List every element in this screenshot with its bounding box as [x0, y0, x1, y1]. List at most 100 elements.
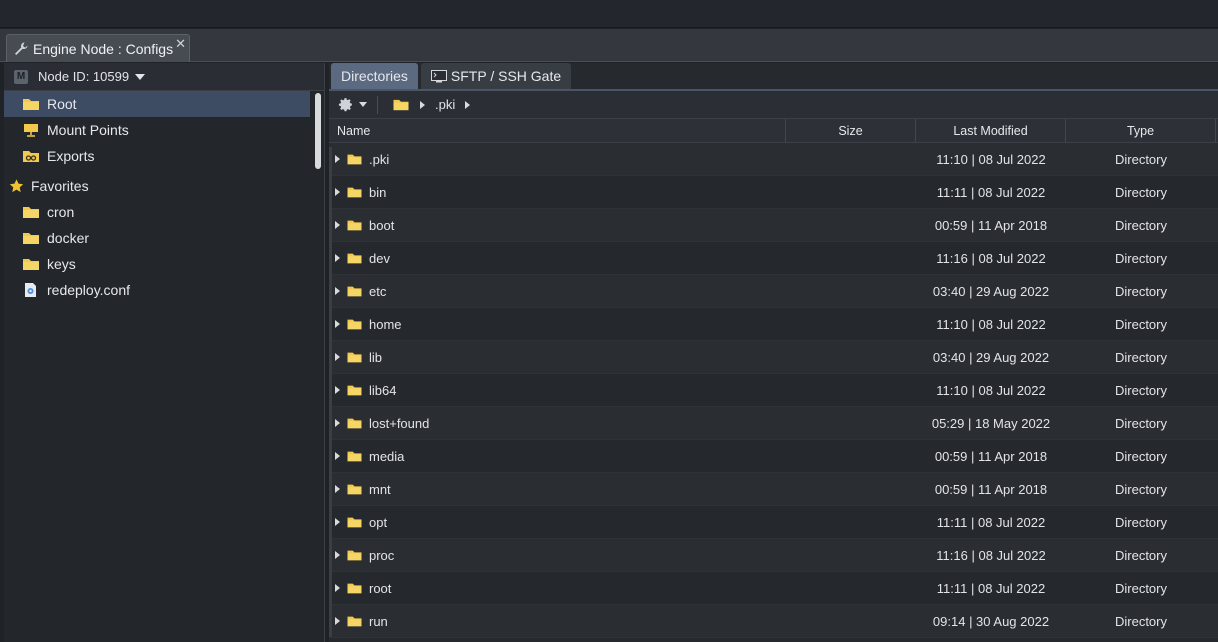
favorite-item-keys[interactable]: keys	[4, 251, 324, 277]
tree-scrollbar[interactable]	[315, 93, 321, 169]
folder-icon	[347, 418, 362, 429]
tree-item-mount-points[interactable]: Mount Points	[4, 117, 324, 143]
folder-icon	[347, 352, 362, 363]
table-row[interactable]: lib64 11:10 | 08 Jul 2022 Directory	[329, 374, 1218, 407]
table-row[interactable]: .pki 11:10 | 08 Jul 2022 Directory	[329, 143, 1218, 176]
tab-sftp-ssh-gate[interactable]: SFTP / SSH Gate	[420, 63, 572, 89]
table-row[interactable]: opt 11:11 | 08 Jul 2022 Directory	[329, 506, 1218, 539]
expand-arrow-icon[interactable]	[335, 485, 340, 493]
row-name: lost+found	[369, 415, 430, 431]
cell-name: home	[329, 317, 786, 332]
cell-type: Directory	[1114, 613, 1167, 629]
cell-type: Directory	[1114, 217, 1167, 233]
cell-last-modified: 09:14 | 30 Aug 2022	[932, 613, 1050, 629]
content-panel: Directories SFTP / SSH Gate .pki Name Si…	[329, 63, 1218, 642]
folder-icon	[347, 319, 362, 330]
folder-icon	[347, 583, 362, 594]
breadcrumb-arrow-icon[interactable]	[465, 100, 471, 109]
table-row[interactable]: dev 11:16 | 08 Jul 2022 Directory	[329, 242, 1218, 275]
list-scrollbar-track[interactable]	[329, 147, 332, 637]
folder-icon	[347, 550, 362, 561]
row-name: run	[369, 613, 388, 629]
expand-arrow-icon[interactable]	[335, 617, 340, 625]
expand-arrow-icon[interactable]	[335, 221, 340, 229]
table-row[interactable]: root 11:11 | 08 Jul 2022 Directory	[329, 572, 1218, 605]
cell-type: Directory	[1114, 547, 1167, 563]
tree-item-root[interactable]: Root	[4, 91, 310, 117]
cell-name: media	[329, 449, 786, 464]
breadcrumb-arrow-icon[interactable]	[420, 100, 425, 109]
table-row[interactable]: media 00:59 | 11 Apr 2018 Directory	[329, 440, 1218, 473]
row-name: etc	[369, 283, 387, 299]
expand-arrow-icon[interactable]	[335, 287, 340, 295]
folder-icon	[347, 286, 362, 297]
expand-arrow-icon[interactable]	[335, 551, 340, 559]
cell-last-modified: 05:29 | 18 May 2022	[931, 415, 1051, 431]
row-name: opt	[369, 514, 388, 530]
column-header-last-modified[interactable]: Last Modified	[916, 119, 1066, 142]
cell-type: Directory	[1114, 481, 1167, 497]
table-row[interactable]: boot 00:59 | 11 Apr 2018 Directory	[329, 209, 1218, 242]
cell-last-modified: 11:11 | 08 Jul 2022	[936, 184, 1046, 200]
table-row[interactable]: run 09:14 | 30 Aug 2022 Directory	[329, 605, 1218, 638]
column-header-name[interactable]: Name	[329, 119, 786, 142]
tab-directories[interactable]: Directories	[331, 63, 418, 89]
tree-item-label: Exports	[47, 148, 95, 164]
gear-icon[interactable]	[337, 96, 354, 113]
expand-arrow-icon[interactable]	[335, 188, 340, 196]
cell-last-modified: 11:10 | 08 Jul 2022	[936, 151, 1046, 167]
folder-icon	[347, 154, 362, 165]
chevron-down-icon[interactable]	[135, 73, 146, 80]
cell-last-modified: 11:11 | 08 Jul 2022	[936, 580, 1046, 596]
row-name: .pki	[369, 151, 390, 167]
table-row[interactable]: lost+found 05:29 | 18 May 2022 Directory	[329, 407, 1218, 440]
expand-arrow-icon[interactable]	[335, 452, 340, 460]
row-name: bin	[369, 184, 387, 200]
expand-arrow-icon[interactable]	[335, 419, 340, 427]
table-row[interactable]: lib 03:40 | 29 Aug 2022 Directory	[329, 341, 1218, 374]
expand-arrow-icon[interactable]	[335, 155, 340, 163]
table-row[interactable]: etc 03:40 | 29 Aug 2022 Directory	[329, 275, 1218, 308]
star-icon	[9, 179, 24, 193]
column-header-size[interactable]: Size	[786, 119, 916, 142]
breadcrumb: .pki	[392, 97, 471, 112]
expand-arrow-icon[interactable]	[335, 353, 340, 361]
cell-last-modified: 11:16 | 08 Jul 2022	[936, 250, 1046, 266]
close-icon[interactable]: ✕	[175, 36, 186, 52]
cell-name: bin	[329, 185, 786, 200]
column-header-type[interactable]: Type	[1066, 119, 1216, 142]
cell-type: Directory	[1114, 514, 1167, 530]
cell-type: Directory	[1114, 382, 1167, 398]
folder-icon[interactable]	[392, 97, 410, 112]
cell-name: .pki	[329, 152, 786, 167]
cell-type: Directory	[1114, 184, 1167, 200]
favorite-item-cron[interactable]: cron	[4, 199, 324, 225]
expand-arrow-icon[interactable]	[335, 254, 340, 262]
table-row[interactable]: bin 11:11 | 08 Jul 2022 Directory	[329, 176, 1218, 209]
favorites-header[interactable]: Favorites	[4, 173, 324, 199]
favorite-item-redeploy-conf[interactable]: redeploy.conf	[4, 277, 324, 303]
favorite-item-label: cron	[47, 204, 75, 220]
table-row[interactable]: proc 11:16 | 08 Jul 2022 Directory	[329, 539, 1218, 572]
tree-item-exports[interactable]: Exports	[4, 143, 324, 169]
expand-arrow-icon[interactable]	[335, 386, 340, 394]
table-header: Name Size Last Modified Type	[329, 119, 1218, 143]
cell-type: Directory	[1114, 448, 1167, 464]
row-name: dev	[369, 250, 390, 266]
cell-name: lib	[329, 350, 786, 365]
row-name: boot	[369, 217, 395, 233]
folder-icon	[347, 253, 362, 264]
cell-type: Directory	[1114, 250, 1167, 266]
cell-last-modified: 11:16 | 08 Jul 2022	[936, 547, 1046, 563]
chevron-down-icon[interactable]	[359, 102, 367, 107]
favorite-item-docker[interactable]: docker	[4, 225, 324, 251]
expand-arrow-icon[interactable]	[335, 518, 340, 526]
window-tab-engine-node[interactable]: Engine Node : Configs ✕	[6, 34, 190, 62]
expand-arrow-icon[interactable]	[335, 584, 340, 592]
table-row[interactable]: home 11:10 | 08 Jul 2022 Directory	[329, 308, 1218, 341]
folder-icon	[347, 187, 362, 198]
expand-arrow-icon[interactable]	[335, 320, 340, 328]
breadcrumb-current[interactable]: .pki	[435, 97, 455, 112]
table-row[interactable]: mnt 00:59 | 11 Apr 2018 Directory	[329, 473, 1218, 506]
node-selector[interactable]: M Node ID: 10599	[4, 63, 324, 91]
